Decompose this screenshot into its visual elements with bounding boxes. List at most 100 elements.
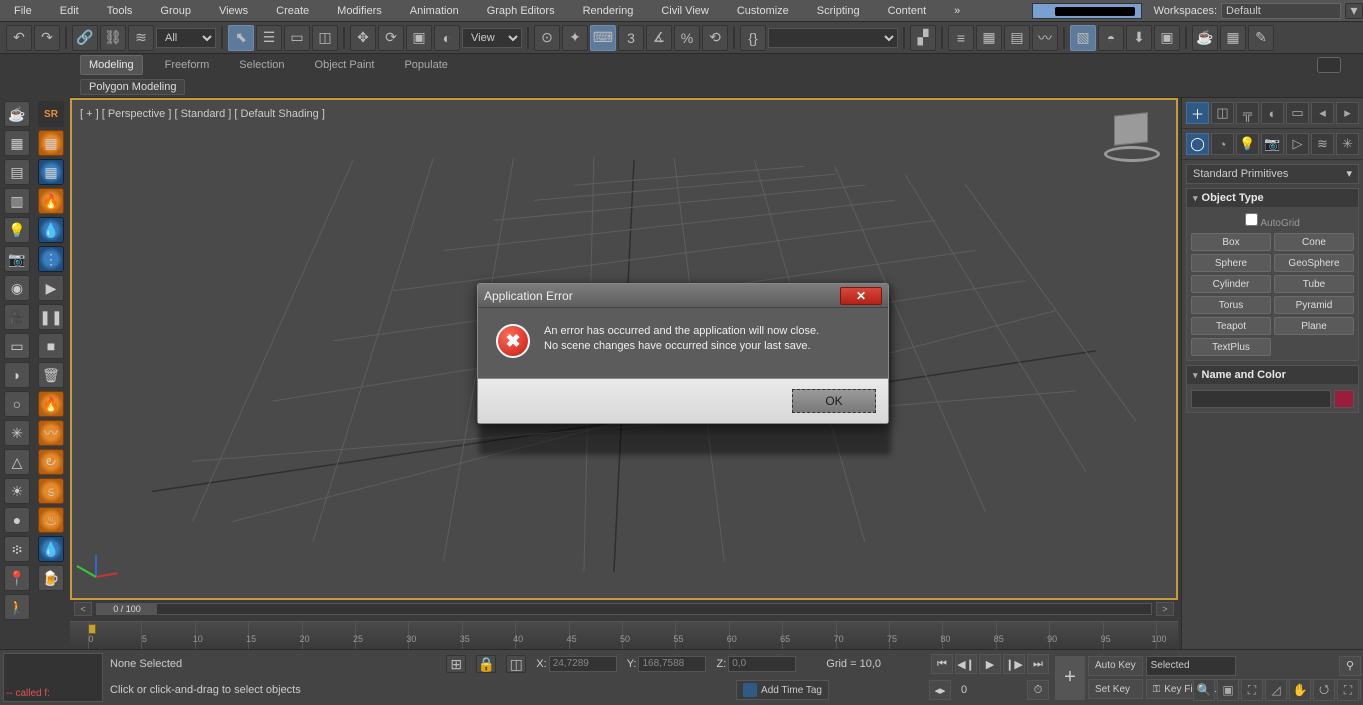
lights-category-icon[interactable]: 💡 — [1236, 133, 1259, 155]
key-mode-select[interactable]: Selected — [1146, 656, 1236, 676]
next-frame-icon[interactable]: ❙▶ — [1003, 654, 1025, 674]
camera-2-icon[interactable]: 🎥 — [4, 304, 30, 330]
btn-geosphere[interactable]: GeoSphere — [1274, 254, 1354, 272]
category-dropdown[interactable]: Standard Primitives▾ — [1186, 164, 1359, 184]
viewport-label[interactable]: [ + ] [ Perspective ] [ Standard ] [ Def… — [80, 108, 325, 120]
water-drop-icon[interactable]: 💧 — [38, 217, 64, 243]
zoom-ext-icon[interactable]: ⛶ — [1241, 679, 1263, 701]
btn-cone[interactable]: Cone — [1274, 233, 1354, 251]
add-time-tag[interactable]: Add Time Tag — [736, 680, 829, 700]
light-bulb-icon[interactable]: 💡 — [4, 217, 30, 243]
mug-icon[interactable]: 🍺 — [38, 565, 64, 591]
btn-tube[interactable]: Tube — [1274, 275, 1354, 293]
spinner-snap-icon[interactable]: ⟲ — [702, 25, 728, 51]
fire-1-icon[interactable]: 🔥 — [38, 188, 64, 214]
mirror-icon[interactable]: ▞ — [910, 25, 936, 51]
unlink-icon[interactable]: ⛓ — [100, 25, 126, 51]
moon-icon[interactable]: ● — [4, 507, 30, 533]
select-region-rect-icon[interactable]: ▭ — [284, 25, 310, 51]
pan-icon[interactable]: ✋ — [1289, 679, 1311, 701]
toggle-ribbon-icon[interactable]: ▤ — [1004, 25, 1030, 51]
menu-graph-editors[interactable]: Graph Editors — [473, 0, 569, 22]
sr-icon[interactable]: SR — [38, 101, 64, 127]
menu-customize[interactable]: Customize — [723, 0, 803, 22]
keyboard-shortcut-icon[interactable]: ⌨ — [590, 25, 616, 51]
placement-icon[interactable]: ◐ — [434, 25, 460, 51]
shapes-category-icon[interactable]: ◔ — [1211, 133, 1234, 155]
schematic-view-icon[interactable]: ▧ — [1070, 25, 1096, 51]
btn-plane[interactable]: Plane — [1274, 317, 1354, 335]
btn-torus[interactable]: Torus — [1191, 296, 1271, 314]
menu-scripting[interactable]: Scripting — [803, 0, 874, 22]
menu-views[interactable]: Views — [205, 0, 262, 22]
menu-create[interactable]: Create — [262, 0, 323, 22]
swirl-icon[interactable]: ౿ — [38, 449, 64, 475]
utilities-right-icon[interactable]: ▸ — [1336, 102, 1359, 124]
ribbon-tab-modeling[interactable]: Modeling — [80, 55, 143, 75]
select-object-icon[interactable]: ⬉ — [228, 25, 254, 51]
named-selection-set[interactable] — [768, 28, 898, 48]
btn-sphere[interactable]: Sphere — [1191, 254, 1271, 272]
viewcube[interactable] — [1104, 110, 1160, 166]
grid-icon[interactable]: ▦ — [4, 130, 30, 156]
calendar-icon[interactable]: ▤ — [4, 159, 30, 185]
zoom-icon[interactable]: 🔍 — [1193, 679, 1215, 701]
play-anim-icon[interactable]: ▶ — [979, 654, 1001, 674]
link-icon[interactable]: 🔗 — [72, 25, 98, 51]
rollout-name-color[interactable]: Name and Color — [1187, 366, 1358, 384]
angle-snap-icon[interactable]: ∡ — [646, 25, 672, 51]
sun-icon[interactable]: ☀ — [4, 478, 30, 504]
create-tab-icon[interactable]: ＋ — [1186, 102, 1209, 124]
menu-edit[interactable]: Edit — [46, 0, 93, 22]
camera-icon[interactable]: 📷 — [4, 246, 30, 272]
align-icon[interactable]: ≡ — [948, 25, 974, 51]
prev-frame-icon[interactable]: ◀❙ — [955, 654, 977, 674]
current-frame[interactable]: 0 — [961, 684, 1017, 696]
flame-icon[interactable]: ♨ — [38, 507, 64, 533]
ribbon-tab-selection[interactable]: Selection — [231, 56, 292, 74]
btn-teapot[interactable]: Teapot — [1191, 317, 1271, 335]
rollout-object-type[interactable]: Object Type — [1187, 189, 1358, 207]
trash-icon[interactable]: 🗑 — [38, 362, 64, 388]
time-config-icon[interactable]: ⏱ — [1027, 680, 1049, 700]
orange-cells-icon[interactable]: ▦ — [38, 130, 64, 156]
select-by-name-icon[interactable]: ☰ — [256, 25, 282, 51]
play-icon[interactable]: ▶ — [38, 275, 64, 301]
layer-explorer-icon[interactable]: ▦ — [976, 25, 1002, 51]
ribbon-tab-freeform[interactable]: Freeform — [157, 56, 218, 74]
rotate-icon[interactable]: ⟳ — [378, 25, 404, 51]
menu-more[interactable]: » — [940, 0, 974, 22]
field-of-view-icon[interactable]: ◿ — [1265, 679, 1287, 701]
x-coord[interactable]: 24,7289 — [549, 656, 617, 672]
geometry-category-icon[interactable]: ◯ — [1186, 133, 1209, 155]
auto-key-button[interactable]: Auto Key — [1088, 656, 1143, 676]
timeline-scrollbar[interactable]: 0 / 100 — [96, 603, 1152, 615]
timeline-key-0[interactable] — [88, 624, 96, 634]
autogrid-checkbox[interactable] — [1245, 213, 1258, 226]
menu-animation[interactable]: Animation — [396, 0, 473, 22]
object-name-input[interactable] — [1191, 390, 1331, 408]
timeline-scroll-right[interactable]: > — [1156, 602, 1174, 616]
table-icon[interactable]: ▥ — [4, 188, 30, 214]
walk-icon[interactable]: 🚶 — [4, 594, 30, 620]
particles-icon[interactable]: ፨ — [4, 536, 30, 562]
z-coord[interactable]: 0,0 — [728, 656, 796, 672]
blue-cells-icon[interactable]: ▦ — [38, 159, 64, 185]
render-online-icon[interactable]: ✎ — [1248, 25, 1274, 51]
ref-coord-select[interactable]: View — [462, 28, 522, 48]
ribbon-tab-object-paint[interactable]: Object Paint — [307, 56, 383, 74]
selection-lock-icon[interactable]: 🔒 — [476, 655, 496, 673]
manipulate-icon[interactable]: ✦ — [562, 25, 588, 51]
menu-tools[interactable]: Tools — [93, 0, 147, 22]
curve-editor-icon[interactable]: 〰 — [1032, 25, 1058, 51]
set-key-big-icon[interactable]: + — [1055, 656, 1085, 700]
pin-icon[interactable]: 📍 — [4, 565, 30, 591]
menu-civil-view[interactable]: Civil View — [647, 0, 722, 22]
render-prod-icon[interactable]: ☕ — [1192, 25, 1218, 51]
ribbon-envelope-icon[interactable] — [1317, 57, 1341, 73]
selection-filter[interactable]: All — [156, 28, 216, 48]
key-mode-toggle-icon[interactable]: ◂▸ — [929, 680, 951, 700]
timeline-scroll-left[interactable]: < — [74, 602, 92, 616]
hierarchy-tab-icon[interactable]: ╦ — [1236, 102, 1259, 124]
named-sel-edit-icon[interactable]: {} — [740, 25, 766, 51]
